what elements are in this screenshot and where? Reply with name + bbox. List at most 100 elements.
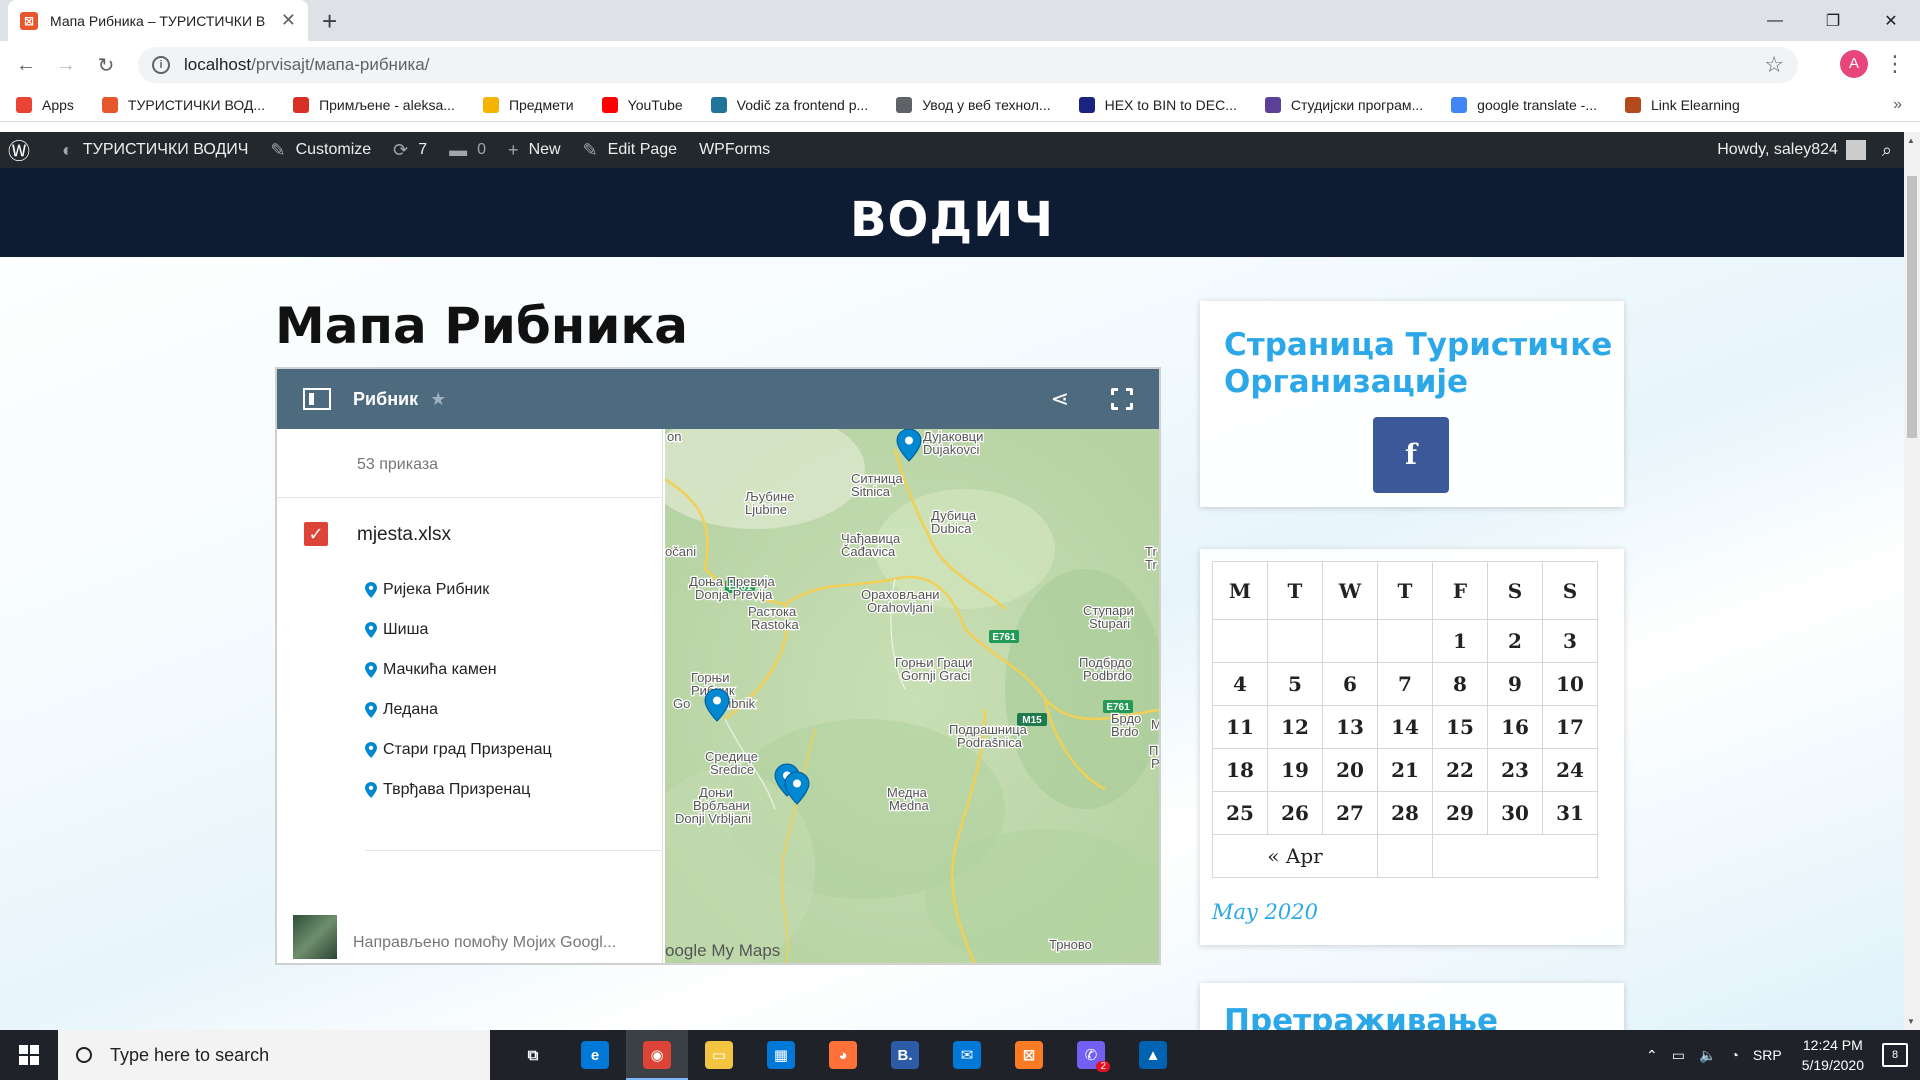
- made-with-link[interactable]: Направљено помоћу Мојих Googl...: [353, 934, 616, 952]
- bookmark-star-icon[interactable]: ☆: [1764, 52, 1784, 78]
- calendar-weekday-header: S: [1487, 561, 1543, 620]
- apps-grid-icon: [16, 97, 32, 113]
- customize-link[interactable]: ✎ Customize: [270, 140, 371, 161]
- scrollbar-thumb[interactable]: [1907, 176, 1917, 438]
- taskbar-app-file-explorer[interactable]: ▭: [688, 1030, 750, 1080]
- bookmark-label: Студијски програм...: [1290, 97, 1424, 113]
- taskbar-search[interactable]: Type here to search: [58, 1030, 490, 1080]
- calendar-day: 17: [1542, 705, 1598, 749]
- place-label: Dujakovci: [923, 442, 979, 457]
- taskbar-app-photos[interactable]: ▲: [1122, 1030, 1184, 1080]
- minimize-icon[interactable]: —: [1746, 0, 1804, 41]
- tray-overflow-icon[interactable]: ⌃: [1646, 1047, 1658, 1064]
- map-canvas[interactable]: E761 E761 M15 E761 on Дујаковци Dujakovci Ситн…: [665, 429, 1161, 965]
- bookmark-item[interactable]: YouTube: [601, 97, 683, 113]
- calendar-day: 16: [1487, 705, 1543, 749]
- admin-site-link[interactable]: ◐ ТУРИСТИЧКИ ВОДИЧ: [62, 140, 248, 161]
- taskbar-app-b-app[interactable]: B.: [874, 1030, 936, 1080]
- updates-link[interactable]: ⟳ 7: [393, 140, 427, 161]
- terrain-map[interactable]: E761E761M15E761 on ДујаковциDujakovciСитн…: [665, 429, 1161, 965]
- file-explorer-icon: ▭: [705, 1041, 733, 1069]
- plus-icon: +: [508, 139, 519, 160]
- calendar-day: 26: [1267, 791, 1323, 835]
- notifications-icon[interactable]: 8: [1882, 1043, 1908, 1067]
- taskbar-app-viber[interactable]: ✆ 2: [1060, 1030, 1122, 1080]
- site-title[interactable]: ВОДИЧ: [0, 192, 1904, 248]
- toggle-legend-icon[interactable]: [303, 388, 331, 410]
- volume-icon[interactable]: 🔈: [1699, 1047, 1716, 1064]
- calendar-day: 29: [1432, 791, 1488, 835]
- comments-link[interactable]: ▬ 0: [449, 140, 486, 161]
- user-avatar[interactable]: [1845, 140, 1866, 160]
- calendar-day: 24: [1542, 748, 1598, 792]
- calendar-prev-month-link[interactable]: « Apr: [1212, 834, 1378, 878]
- url-text: localhost/prvisajt/мапа-рибника/: [184, 55, 430, 74]
- forward-icon[interactable]: →: [46, 54, 86, 77]
- calendar-day: 31: [1542, 791, 1598, 835]
- browser-menu-icon[interactable]: ⋮: [1884, 51, 1906, 77]
- more-bookmarks-icon[interactable]: »: [1893, 96, 1902, 114]
- start-button[interactable]: [0, 1030, 58, 1080]
- howdy-link[interactable]: Howdy, saley824: [1717, 141, 1838, 159]
- layer-checkbox[interactable]: ✓: [304, 522, 328, 546]
- bookmark-item[interactable]: ТУРИСТИЧКИ ВОД...: [101, 97, 265, 113]
- place-item[interactable]: Шиша: [365, 610, 552, 650]
- browser-tab[interactable]: ⊠ Мапа Рибника – ТУРИСТИЧКИ В ✕: [8, 0, 308, 41]
- taskbar-app-edge[interactable]: e: [564, 1030, 626, 1080]
- page-scrollbar[interactable]: ▲ ▼: [1904, 132, 1920, 1030]
- facebook-icon[interactable]: f: [1373, 417, 1449, 493]
- network-icon[interactable]: ◔: [1730, 1047, 1738, 1063]
- google-my-maps-embed[interactable]: Рибник ★ ⋖ 53 приказа ✓ mjesta.xlsx Рије…: [275, 367, 1161, 965]
- updates-icon: ⟳: [393, 139, 409, 160]
- site-info-icon[interactable]: i: [152, 56, 170, 74]
- language-indicator[interactable]: SRP: [1753, 1047, 1782, 1063]
- edge-icon: e: [581, 1041, 609, 1069]
- bookmark-item[interactable]: Увод у веб технол...: [896, 97, 1051, 113]
- window-controls: — ❐ ✕: [1746, 0, 1920, 41]
- taskbar-app-mail[interactable]: ✉: [936, 1030, 998, 1080]
- close-tab-icon[interactable]: ✕: [281, 10, 296, 31]
- taskbar-app-chrome[interactable]: ◉: [626, 1030, 688, 1080]
- close-window-icon[interactable]: ✕: [1862, 0, 1920, 41]
- wpforms-link[interactable]: WPForms: [699, 141, 770, 159]
- clock[interactable]: 12:24 PM 5/19/2020: [1802, 1035, 1864, 1075]
- taskbar-app-xampp[interactable]: ⊠: [998, 1030, 1060, 1080]
- scroll-up-icon[interactable]: ▲: [1907, 136, 1915, 145]
- scroll-down-icon[interactable]: ▼: [1907, 1017, 1915, 1026]
- bookmark-item[interactable]: Примљене - aleksa...: [293, 97, 455, 113]
- bookmark-item[interactable]: Предмети: [482, 97, 574, 113]
- profile-avatar[interactable]: A: [1840, 50, 1868, 78]
- edit-page-link[interactable]: ✎ Edit Page: [583, 140, 677, 161]
- place-item[interactable]: Тврђава Призренац: [365, 770, 552, 810]
- bookmark-item[interactable]: Link Elearning: [1625, 97, 1740, 113]
- reload-icon[interactable]: ↻: [86, 53, 126, 78]
- bookmark-item[interactable]: HEX to BIN to DEC...: [1078, 97, 1237, 113]
- address-bar[interactable]: i localhost/prvisajt/мапа-рибника/ ☆: [138, 47, 1798, 83]
- place-item[interactable]: Ледана: [365, 690, 552, 730]
- place-item[interactable]: Мачкића камен: [365, 650, 552, 690]
- restore-icon[interactable]: ❐: [1804, 0, 1862, 41]
- wordpress-logo-icon[interactable]: Ⓦ: [8, 134, 40, 166]
- taskbar-app-store[interactable]: ▦: [750, 1030, 812, 1080]
- bookmark-item[interactable]: google translate -...: [1451, 97, 1597, 113]
- admin-search-icon[interactable]: ⌕: [1882, 140, 1892, 161]
- place-item[interactable]: Ријека Рибник: [365, 570, 552, 610]
- bookmark-item[interactable]: Студијски програм...: [1264, 97, 1424, 113]
- new-content-link[interactable]: + New: [508, 140, 561, 161]
- map-pin-icon: [365, 742, 377, 758]
- taskbar-app-task-view[interactable]: ⧉: [502, 1030, 564, 1080]
- layer-name[interactable]: mjesta.xlsx: [357, 524, 451, 546]
- share-icon[interactable]: ⋖: [1051, 386, 1069, 412]
- battery-icon[interactable]: ▭: [1672, 1047, 1685, 1064]
- back-icon[interactable]: ←: [6, 54, 46, 77]
- calendar-day: [1267, 619, 1323, 663]
- place-name: Шиша: [383, 621, 429, 638]
- taskbar-app-firefox[interactable]: ◕: [812, 1030, 874, 1080]
- place-item[interactable]: Стари град Призренац: [365, 730, 552, 770]
- bookmark-item[interactable]: Apps: [16, 97, 74, 113]
- place-name: Ријека Рибник: [383, 581, 490, 598]
- new-tab-button[interactable]: +: [322, 6, 337, 37]
- star-icon[interactable]: ★: [430, 389, 446, 410]
- fullscreen-icon[interactable]: [1110, 387, 1136, 413]
- bookmark-item[interactable]: Vodič za frontend p...: [710, 97, 868, 113]
